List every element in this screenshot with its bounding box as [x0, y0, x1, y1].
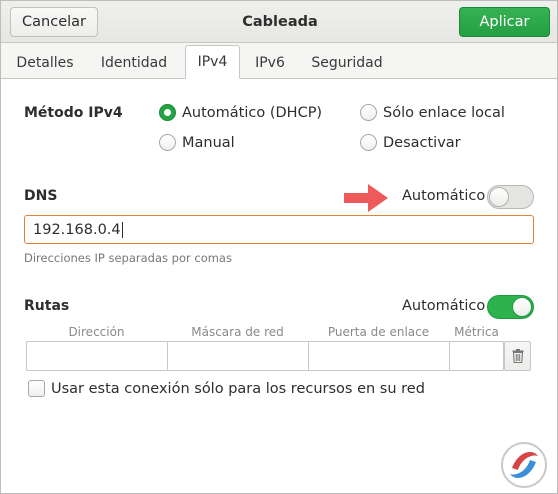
routes-auto-switch[interactable]: [487, 295, 534, 319]
dns-label: DNS: [24, 188, 58, 204]
cancel-button[interactable]: Cancelar: [10, 7, 98, 37]
tab-bar: Detalles Identidad IPv4 IPv6 Seguridad: [1, 43, 557, 79]
switch-knob: [489, 187, 509, 207]
connection-dialog: Cancelar Cableada Aplicar Detalles Ident…: [0, 0, 558, 494]
only-local-resources-label: Usar esta conexión sólo para los recurso…: [51, 380, 425, 397]
trash-icon: [512, 349, 523, 363]
delete-route-button[interactable]: [504, 341, 531, 371]
dns-auto-label: Automático: [402, 188, 486, 204]
route-metric-input[interactable]: [450, 342, 503, 370]
logo-icon: [501, 442, 547, 488]
tab-seguridad[interactable]: Seguridad: [303, 46, 391, 79]
tab-detalles[interactable]: Detalles: [9, 46, 81, 79]
route-netmask-input[interactable]: [168, 342, 309, 370]
route-gateway-input[interactable]: [309, 342, 450, 370]
route-address-input[interactable]: [27, 342, 168, 370]
text-cursor: [121, 221, 123, 238]
tab-identidad[interactable]: Identidad: [91, 46, 177, 79]
route-row: [26, 341, 504, 371]
radio-checked-indicator: [159, 104, 176, 121]
dns-servers-input[interactable]: 192.168.0.4: [24, 215, 534, 244]
radio-indicator: [360, 134, 377, 151]
column-header-metric: Métrica: [454, 325, 499, 339]
switch-knob: [512, 297, 532, 317]
red-arrow-icon: [344, 184, 388, 212]
column-header-netmask: Máscara de red: [191, 325, 284, 339]
routes-label: Rutas: [24, 298, 70, 314]
radio-indicator: [360, 104, 377, 121]
tab-ipv6[interactable]: IPv6: [247, 46, 293, 79]
apply-button[interactable]: Aplicar: [459, 7, 550, 37]
dns-auto-switch[interactable]: [487, 185, 534, 209]
radio-link-local-label: Sólo enlace local: [383, 104, 505, 121]
header-bar: Cancelar Cableada Aplicar: [1, 1, 557, 43]
routes-auto-label: Automático: [402, 298, 486, 314]
column-header-gateway: Puerta de enlace: [327, 325, 430, 339]
checkbox-box: [28, 380, 45, 397]
radio-manual-label: Manual: [182, 134, 235, 151]
radio-indicator: [159, 134, 176, 151]
dns-hint: Direcciones IP separadas por comas: [24, 251, 232, 265]
radio-link-local[interactable]: Sólo enlace local: [360, 104, 505, 121]
only-local-resources-checkbox[interactable]: Usar esta conexión sólo para los recurso…: [28, 380, 425, 397]
ipv4-method-label: Método IPv4: [24, 105, 123, 121]
radio-disable-label: Desactivar: [383, 134, 461, 151]
dns-servers-value: 192.168.0.4: [33, 221, 121, 238]
radio-dhcp[interactable]: Automático (DHCP): [159, 104, 322, 121]
radio-manual[interactable]: Manual: [159, 134, 235, 151]
tab-ipv4[interactable]: IPv4: [185, 45, 240, 79]
column-header-address: Dirección: [68, 325, 125, 339]
radio-dhcp-label: Automático (DHCP): [182, 104, 323, 121]
radio-disable[interactable]: Desactivar: [360, 134, 461, 151]
